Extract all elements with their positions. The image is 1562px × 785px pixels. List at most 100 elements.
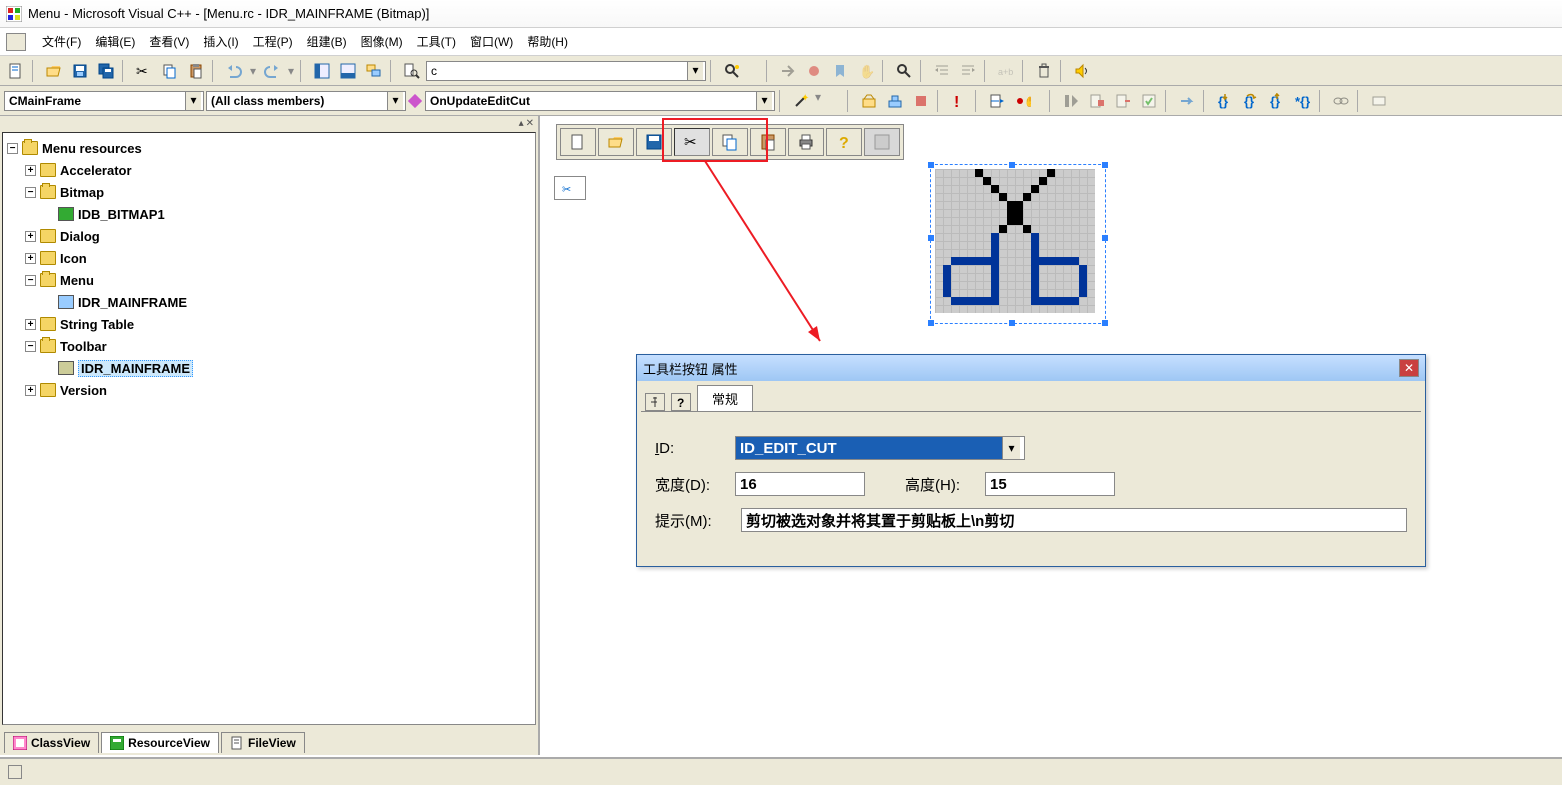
height-field[interactable] — [985, 472, 1115, 496]
show-next-button[interactable] — [1175, 90, 1199, 112]
expander-icon[interactable]: − — [25, 275, 36, 286]
dropdown-icon[interactable]: ▾ — [756, 92, 772, 110]
tree-bitmap[interactable]: − Bitmap — [25, 181, 531, 203]
tree-stringtable[interactable]: + String Table — [25, 313, 531, 335]
menu-window[interactable]: 窗口(W) — [464, 31, 519, 52]
menu-insert[interactable]: 插入(I) — [197, 31, 244, 52]
redo-button[interactable] — [260, 60, 284, 82]
resourceview-tab[interactable]: ResourceView — [101, 732, 219, 753]
apply-changes-button[interactable] — [1137, 90, 1161, 112]
hand-button[interactable]: ✋ — [854, 60, 878, 82]
dropdown-icon[interactable]: ▾ — [1002, 437, 1020, 459]
help-res-button[interactable]: ? — [826, 128, 862, 156]
menu-tools[interactable]: 工具(T) — [411, 31, 462, 52]
go-button[interactable] — [776, 60, 800, 82]
bitmap-grid[interactable] — [935, 169, 1095, 313]
width-field[interactable] — [735, 472, 865, 496]
step-out-button[interactable]: {} — [1265, 90, 1289, 112]
breakpoint-button[interactable] — [802, 60, 826, 82]
height-input[interactable] — [986, 473, 1112, 495]
dialog-titlebar[interactable]: 工具栏按钮 属性 ✕ — [637, 355, 1425, 381]
menu-edit[interactable]: 编辑(E) — [89, 31, 141, 52]
paste-res-button[interactable] — [750, 128, 786, 156]
menu-build[interactable]: 组建(B) — [301, 31, 353, 52]
tree-toolbar[interactable]: − Toolbar — [25, 335, 531, 357]
pane-close-icon[interactable]: ✕ — [526, 118, 534, 129]
wizard-button[interactable]: ✦ — [789, 90, 813, 112]
expander-icon[interactable]: + — [25, 165, 36, 176]
menu-help[interactable]: 帮助(H) — [521, 31, 574, 52]
help-button[interactable]: ? — [671, 393, 691, 411]
bitmap-canvas[interactable] — [930, 164, 1106, 324]
resize-handle[interactable] — [928, 320, 934, 326]
find-button[interactable] — [892, 60, 916, 82]
compile-button[interactable] — [857, 90, 881, 112]
class-combo[interactable]: CMainFrame ▾ — [4, 91, 204, 111]
bookmark-button[interactable] — [828, 60, 852, 82]
save-button[interactable] — [68, 60, 92, 82]
expander-icon[interactable]: + — [25, 231, 36, 242]
resize-handle[interactable] — [1102, 162, 1108, 168]
pane-menu-icon[interactable]: ▴ — [519, 118, 524, 129]
dropdown-icon[interactable]: ▾ — [687, 62, 703, 80]
id-input[interactable] — [736, 437, 1002, 459]
tree-toolbar-item[interactable]: IDR_MAINFRAME — [43, 357, 531, 379]
insert-breakpoint-button[interactable]: ✋ — [1011, 90, 1035, 112]
function-combo[interactable]: OnUpdateEditCut ▾ — [425, 91, 775, 111]
prompt-input[interactable] — [742, 509, 1406, 531]
width-input[interactable] — [736, 473, 862, 495]
cut-button[interactable]: ✂ — [132, 60, 156, 82]
indent-button[interactable] — [930, 60, 954, 82]
prompt-field[interactable] — [741, 508, 1407, 532]
mdi-restore-icon[interactable] — [6, 33, 26, 51]
expander-icon[interactable]: − — [25, 187, 36, 198]
resize-handle[interactable] — [1102, 235, 1108, 241]
save-all-button[interactable] — [94, 60, 118, 82]
execute-button[interactable]: ! — [947, 90, 971, 112]
id-combo[interactable]: ▾ — [735, 436, 1025, 460]
expander-icon[interactable]: + — [25, 253, 36, 264]
new-res-button[interactable] — [560, 128, 596, 156]
new-text-button[interactable] — [4, 60, 28, 82]
tree-bitmap-item[interactable]: IDB_BITMAP1 — [43, 203, 531, 225]
bitmap-preview-small[interactable]: ✂ — [554, 176, 586, 200]
menu-view[interactable]: 查看(V) — [143, 31, 195, 52]
quickwatch-button[interactable] — [1329, 90, 1353, 112]
build-button[interactable] — [883, 90, 907, 112]
menu-project[interactable]: 工程(P) — [247, 31, 299, 52]
find-combo[interactable]: c ▾ — [426, 61, 706, 81]
copy-res-button[interactable] — [712, 128, 748, 156]
expander-icon[interactable]: + — [25, 319, 36, 330]
watch-button[interactable] — [1367, 90, 1391, 112]
stop-build-button[interactable] — [909, 90, 933, 112]
tree-menu-item[interactable]: IDR_MAINFRAME — [43, 291, 531, 313]
undo-button[interactable] — [222, 60, 246, 82]
copy-button[interactable] — [158, 60, 182, 82]
general-tab[interactable]: 常规 — [697, 385, 753, 411]
expander-icon[interactable]: + — [25, 385, 36, 396]
tree-accelerator[interactable]: + Accelerator — [25, 159, 531, 181]
expander-icon[interactable]: − — [7, 143, 18, 154]
abc-button[interactable]: a+b — [994, 60, 1018, 82]
workspace-button[interactable] — [310, 60, 334, 82]
stop-debug-button[interactable] — [1085, 90, 1109, 112]
pushpin-button[interactable] — [645, 393, 665, 411]
tree-dialog[interactable]: + Dialog — [25, 225, 531, 247]
members-combo[interactable]: (All class members) ▾ — [206, 91, 406, 111]
find-in-files-button[interactable] — [400, 60, 424, 82]
search-button[interactable] — [720, 60, 744, 82]
tree-root[interactable]: − Menu resources — [7, 137, 531, 159]
resize-handle[interactable] — [1102, 320, 1108, 326]
paste-button[interactable] — [184, 60, 208, 82]
break-button[interactable] — [1111, 90, 1135, 112]
dropdown-icon[interactable]: ▾ — [387, 92, 403, 110]
open-res-button[interactable] — [598, 128, 634, 156]
tree-version[interactable]: + Version — [25, 379, 531, 401]
sound-button[interactable] — [1070, 60, 1094, 82]
print-res-button[interactable] — [788, 128, 824, 156]
dropdown-icon[interactable]: ▾ — [185, 92, 201, 110]
step-over-button[interactable]: {} — [1239, 90, 1263, 112]
cut-res-button[interactable]: ✂ — [674, 128, 710, 156]
window-list-button[interactable] — [362, 60, 386, 82]
restart-button[interactable] — [1059, 90, 1083, 112]
